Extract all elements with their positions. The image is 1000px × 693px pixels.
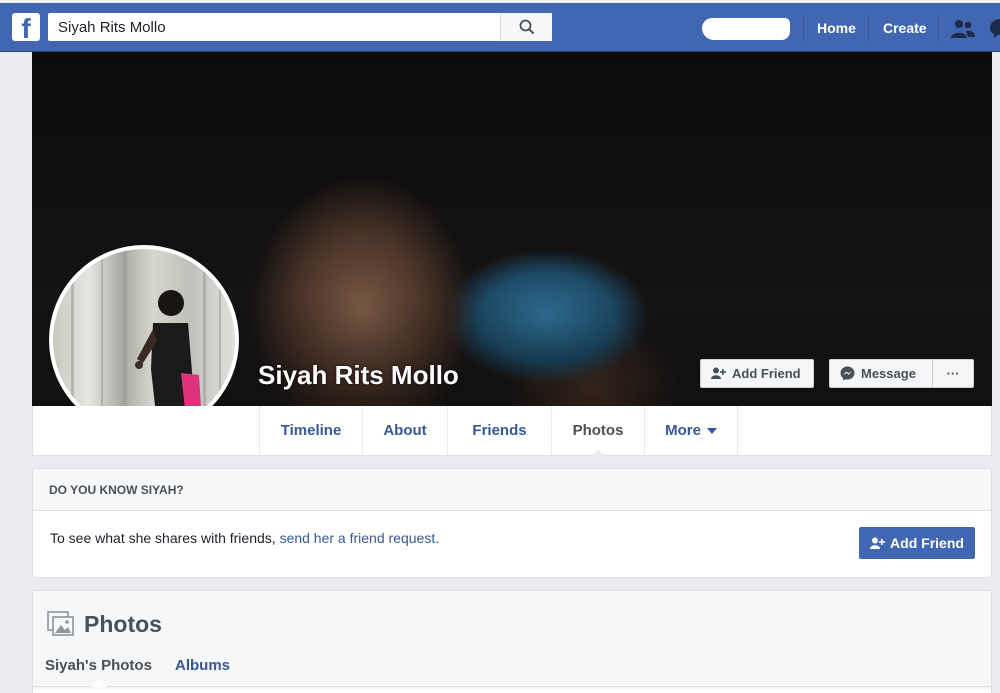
redacted-username — [702, 18, 790, 40]
do-you-know-message: To see what she shares with friends, — [50, 530, 280, 546]
tab-about-label: About — [383, 422, 427, 439]
tab-friends-label: Friends — [472, 422, 527, 439]
nav-create-link[interactable]: Create — [883, 20, 927, 36]
search-icon — [519, 19, 534, 35]
tab-albums[interactable]: Albums — [175, 657, 230, 674]
message-label: Message — [861, 366, 916, 381]
add-friend-primary-button[interactable]: Add Friend — [859, 527, 975, 559]
search-box — [48, 13, 552, 41]
nav-divider — [868, 15, 869, 41]
top-navigation-bar: f Home Create — [0, 0, 1000, 52]
tab-about[interactable]: About — [362, 406, 447, 455]
facebook-logo-letter: f — [21, 13, 31, 41]
ellipsis-icon: ··· — [946, 366, 960, 381]
add-friend-label: Add Friend — [732, 366, 801, 381]
tab-user-photos[interactable]: Siyah's Photos — [45, 657, 152, 674]
active-tab-indicator — [591, 449, 605, 456]
tab-more[interactable]: More — [644, 406, 738, 455]
nav-divider — [938, 15, 939, 41]
more-options-button[interactable]: ··· — [933, 359, 974, 388]
add-friend-icon — [870, 537, 886, 549]
message-button[interactable]: Message — [829, 359, 933, 388]
facebook-logo-icon[interactable]: f — [12, 13, 40, 41]
tab-friends[interactable]: Friends — [447, 406, 551, 455]
photos-section: Photos Siyah's Photos Albums — [32, 590, 992, 693]
nav-home-link[interactable]: Home — [817, 20, 856, 36]
tab-timeline-label: Timeline — [280, 422, 342, 439]
photos-icon — [47, 611, 74, 636]
search-input[interactable] — [48, 13, 500, 41]
photos-title[interactable]: Photos — [84, 611, 162, 638]
messenger-icon — [840, 366, 855, 381]
photos-tabs-divider — [33, 686, 991, 687]
active-tab-indicator — [91, 679, 107, 687]
chevron-down-icon — [706, 427, 717, 434]
add-friend-button[interactable]: Add Friend — [700, 359, 814, 388]
nav-divider — [803, 15, 804, 41]
tab-timeline[interactable]: Timeline — [259, 406, 362, 455]
tab-photos-label: Photos — [572, 422, 624, 439]
do-you-know-heading: DO YOU KNOW SIYAH? — [33, 469, 991, 511]
profile-name[interactable]: Siyah Rits Mollo — [258, 360, 459, 391]
add-friend-primary-label: Add Friend — [890, 535, 964, 551]
add-friend-icon — [711, 367, 726, 379]
tab-photos[interactable]: Photos — [551, 406, 644, 456]
search-button[interactable] — [500, 13, 552, 41]
photos-header: Photos Siyah's Photos Albums — [33, 591, 991, 689]
profile-picture-image — [71, 249, 221, 431]
tab-more-label: More — [665, 422, 701, 439]
messenger-icon[interactable] — [990, 19, 1000, 39]
do-you-know-text: To see what she shares with friends, sen… — [50, 530, 439, 546]
send-friend-request-link[interactable]: send her a friend request. — [280, 530, 440, 546]
profile-tabs-bar: Timeline About Friends Photos More — [32, 406, 992, 456]
do-you-know-card: DO YOU KNOW SIYAH? To see what she share… — [32, 468, 992, 578]
friend-requests-icon[interactable] — [951, 19, 975, 39]
